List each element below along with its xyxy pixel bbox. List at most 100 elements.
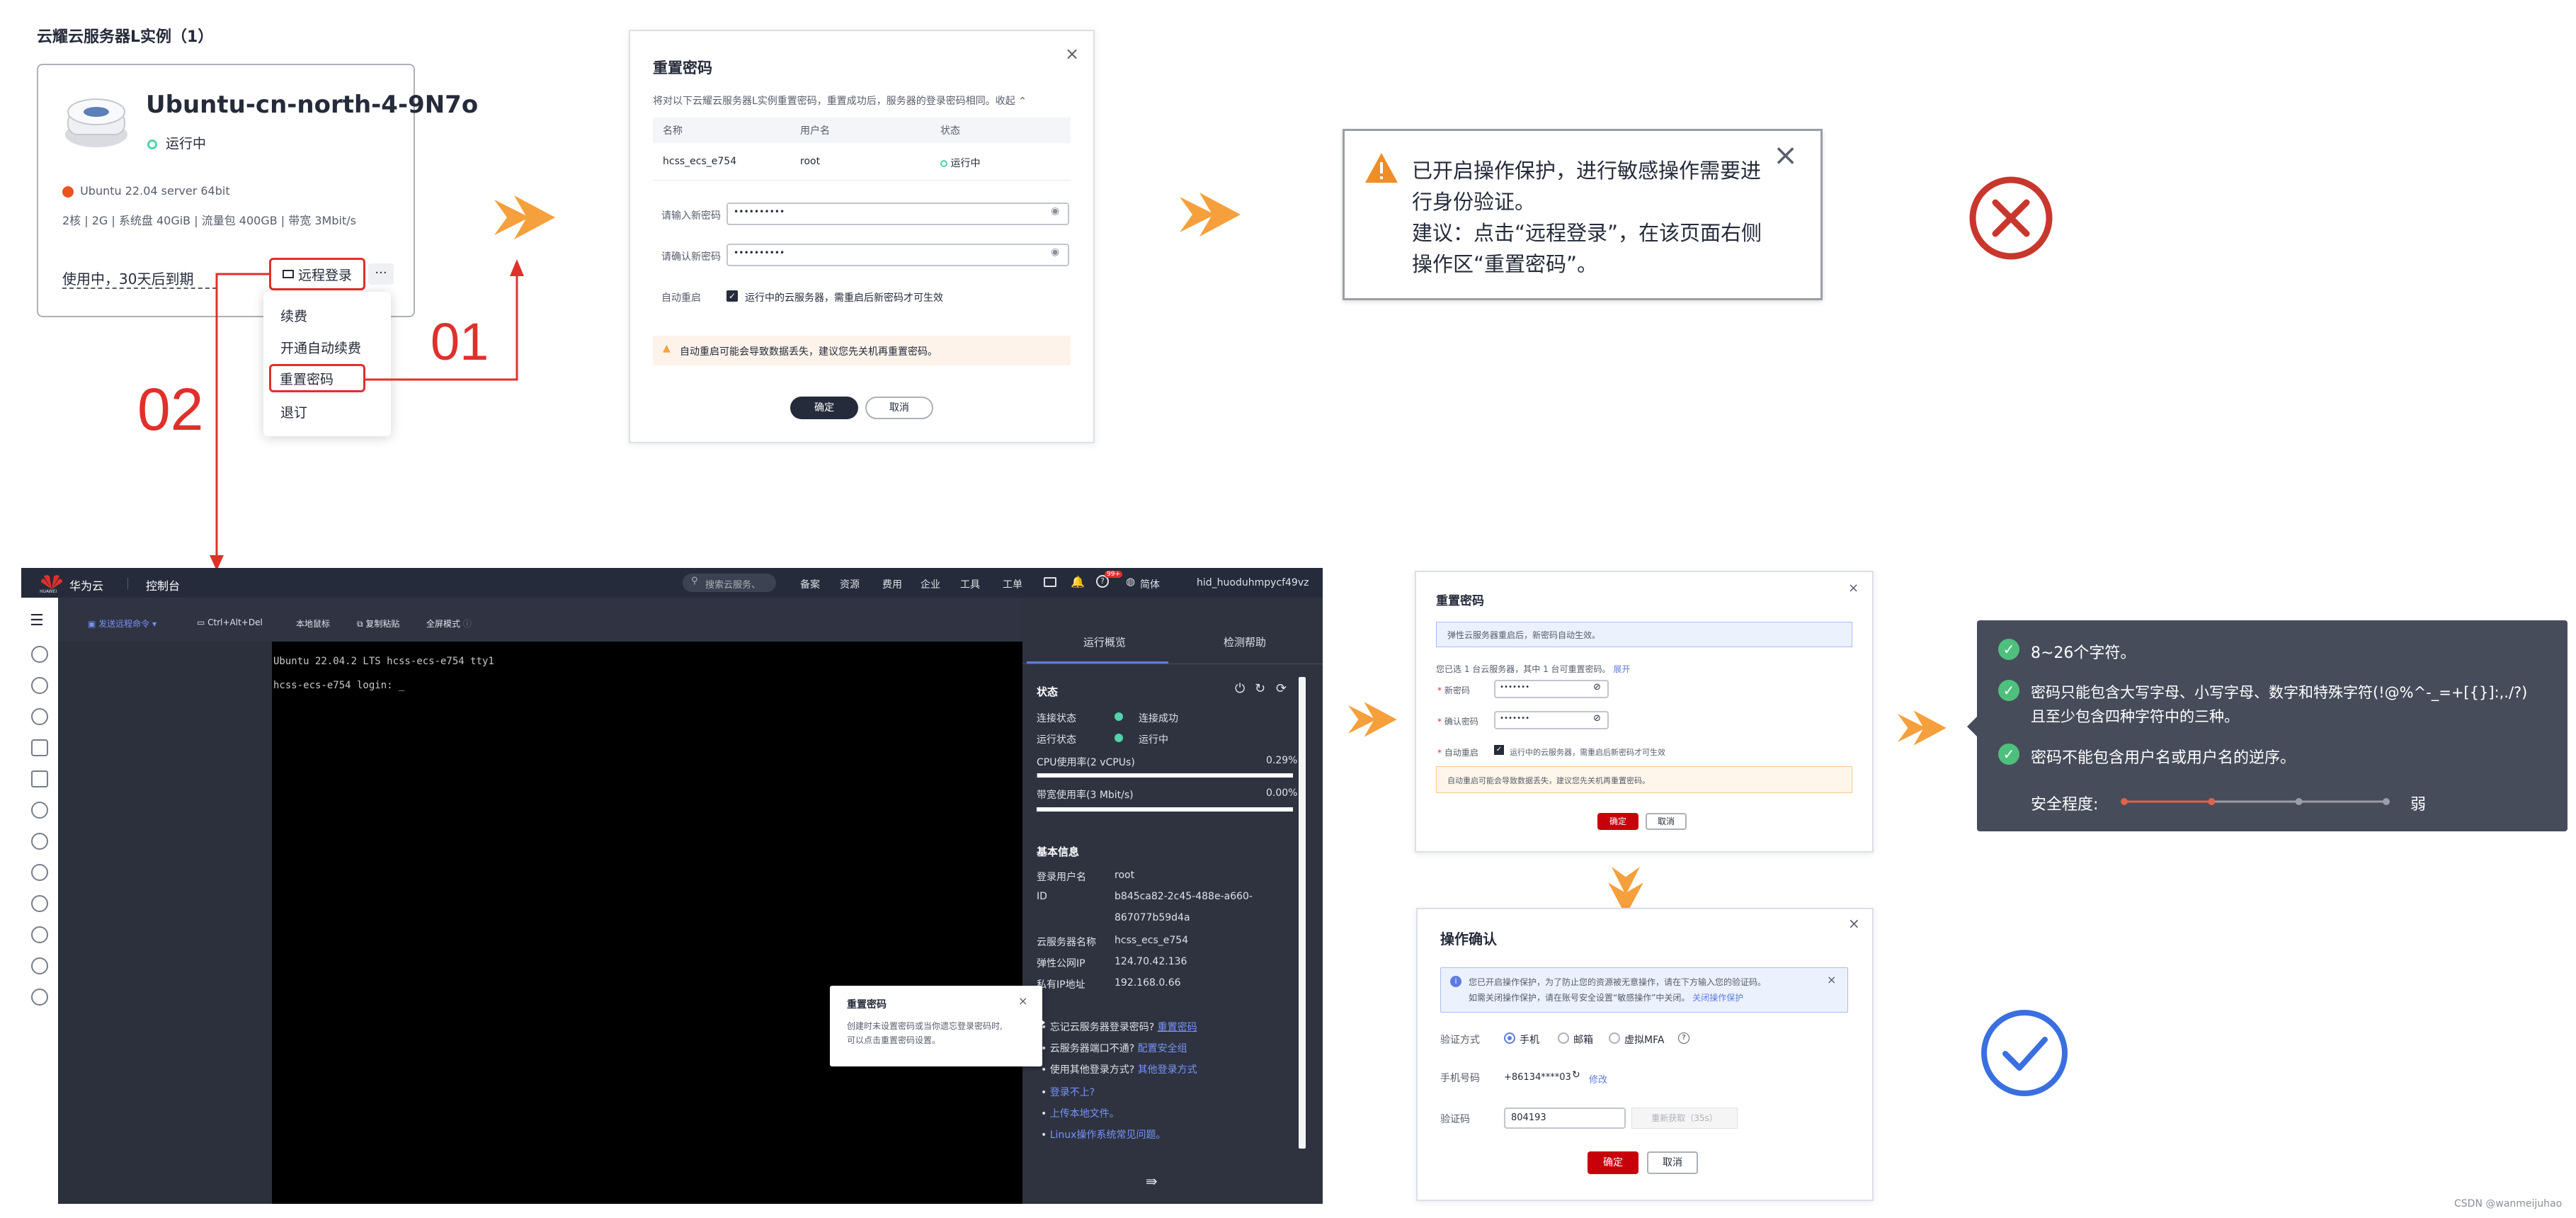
lock-icon[interactable]: [31, 957, 48, 974]
scrollbar[interactable]: [1299, 677, 1306, 1149]
help-icon[interactable]: ?: [1678, 1032, 1689, 1044]
tooltip-title: 重置密码: [847, 999, 887, 1011]
linux-faq-link[interactable]: Linux操作系统常见问题。: [1050, 1129, 1166, 1141]
tooltip-body-2: 可以点击重置密码设置。: [847, 1035, 941, 1045]
nav-item[interactable]: 资源: [840, 577, 860, 591]
hamburger-icon[interactable]: ☰: [30, 612, 44, 630]
database-icon[interactable]: [31, 739, 48, 756]
cloud-icon[interactable]: [31, 677, 48, 694]
fullscreen-button[interactable]: 全屏模式 ⓘ: [426, 617, 472, 630]
terminal-line-2[interactable]: hcss-ecs-e754 login: _: [273, 680, 404, 691]
watermark: CSDN @wanmeijuhao: [2454, 1198, 2563, 1210]
rule-2a: 密码只能包含大写字母、小写字母、数字和特殊字符(!@%^-_=+[{}]:,./…: [2031, 684, 2528, 701]
nav-item[interactable]: 企业: [921, 577, 940, 591]
cloud-icon[interactable]: [31, 708, 48, 725]
eye-off-icon[interactable]: ⊘: [1593, 682, 1601, 693]
console-link[interactable]: 控制台: [146, 576, 180, 593]
radio-mfa[interactable]: [1609, 1032, 1620, 1044]
cloud-icon[interactable]: [31, 646, 48, 663]
cloud-icon[interactable]: [31, 833, 48, 850]
eye-icon[interactable]: ◉: [1051, 205, 1059, 217]
copy-paste-button[interactable]: ⧉ 复制粘贴: [357, 617, 399, 630]
phone-value: +86134****03: [1504, 1072, 1571, 1083]
strength-dot: [2208, 798, 2216, 805]
method-label: 验证方式: [1440, 1035, 1480, 1046]
terminal-icon[interactable]: [1044, 577, 1056, 587]
ok-button[interactable]: 确定: [1597, 813, 1639, 830]
strength-label: 安全程度:: [2031, 796, 2099, 814]
close-icon[interactable]: ×: [1848, 581, 1859, 596]
shield-icon[interactable]: [31, 926, 48, 943]
auto-restart-checkbox[interactable]: ✓: [726, 290, 738, 302]
other-login-link[interactable]: 其他登录方式: [1138, 1064, 1197, 1076]
globe-icon[interactable]: [31, 989, 48, 1006]
radio-phone[interactable]: [1504, 1032, 1515, 1044]
ok-button[interactable]: 确定: [1588, 1151, 1639, 1174]
search-placeholder: 搜索云服务、: [705, 580, 761, 591]
nav-item[interactable]: 工单: [1003, 577, 1022, 591]
eye-icon[interactable]: ◉: [1051, 246, 1059, 258]
conn-label: 连接状态: [1037, 713, 1076, 724]
cloud-icon[interactable]: [31, 802, 48, 819]
upload-file-link[interactable]: 上传本地文件。: [1050, 1108, 1119, 1120]
flow-arrow-1: [494, 195, 555, 239]
security-group-link[interactable]: 配置安全组: [1138, 1043, 1187, 1054]
local-mouse-button[interactable]: 本地鼠标: [296, 617, 330, 630]
resend-button[interactable]: 重新获取（35s）: [1631, 1108, 1738, 1129]
col-user: 用户名: [800, 125, 830, 137]
close-icon[interactable]: ×: [1065, 44, 1079, 64]
info-key: ID: [1037, 891, 1047, 902]
user-name[interactable]: hid_huoduhmpycf49vz: [1197, 577, 1309, 588]
radio-email[interactable]: [1558, 1032, 1569, 1044]
reset-password-link[interactable]: 重置密码: [1158, 1022, 1197, 1033]
anchor-icon[interactable]: [31, 895, 48, 912]
nav-item[interactable]: 备案: [800, 577, 820, 591]
operation-confirm-dialog: [1416, 908, 1874, 1201]
ok-button[interactable]: 确定: [790, 397, 858, 419]
warning-triangle-icon: [1365, 153, 1398, 183]
tab-overview[interactable]: 运行概览: [1083, 634, 1126, 649]
nav-item[interactable]: 工具: [960, 577, 980, 591]
cancel-button[interactable]: 取消: [1646, 813, 1687, 830]
dialog-title: 重置密码: [1436, 594, 1484, 608]
cancel-button[interactable]: 取消: [1647, 1151, 1698, 1174]
dialog-title: 重置密码: [653, 59, 712, 76]
new-pwd-label: * 新密码: [1437, 685, 1470, 695]
globe-icon[interactable]: ◍: [1126, 575, 1135, 588]
bell-icon[interactable]: 🔔: [1071, 575, 1085, 588]
ctrl-alt-del-button[interactable]: ▭ Ctrl+Alt+Del: [197, 617, 263, 627]
bw-label: 带宽使用率(3 Mbit/s): [1037, 790, 1134, 801]
send-command-button[interactable]: ▣ 发送远程命令 ▾: [88, 617, 156, 630]
success-check-icon: [1981, 1010, 2068, 1096]
basic-info-title: 基本信息: [1037, 846, 1080, 858]
nav-item[interactable]: 费用: [882, 577, 902, 591]
cancel-button[interactable]: 取消: [865, 397, 933, 419]
refresh-icon[interactable]: ⟳: [1276, 681, 1287, 696]
radio-phone-label: 手机: [1520, 1035, 1539, 1046]
flow-arrow-2: [1180, 193, 1241, 237]
login-fail-link[interactable]: 登录不上?: [1050, 1087, 1095, 1098]
expand-link[interactable]: 展开: [1613, 664, 1630, 674]
modify-link[interactable]: 修改: [1589, 1072, 1607, 1086]
disable-protection-link[interactable]: 关闭操作保护: [1692, 993, 1743, 1003]
run-dot-icon: [1115, 734, 1123, 742]
auto-restart-checkbox[interactable]: ✓: [1494, 745, 1504, 755]
file-icon[interactable]: [31, 770, 48, 787]
info-close-icon[interactable]: ×: [1827, 973, 1836, 986]
tab-help[interactable]: 检测帮助: [1224, 634, 1266, 649]
close-icon[interactable]: ×: [1848, 915, 1860, 932]
error-x-icon: [1969, 176, 2053, 260]
collapse-panel-icon[interactable]: ⇛: [1146, 1173, 1158, 1190]
notification-badge: 99+: [1105, 571, 1122, 578]
huawei-logo[interactable]: [40, 572, 64, 591]
strength-dot: [2383, 798, 2390, 805]
power-icon[interactable]: ⏻: [1235, 681, 1245, 696]
chevron-up-icon[interactable]: ⌃: [1018, 96, 1027, 107]
notice-close-icon[interactable]: ×: [1773, 140, 1798, 170]
eye-off-icon[interactable]: ⊘: [1593, 713, 1601, 724]
restart-icon[interactable]: ↻: [1255, 681, 1265, 696]
cloud-icon[interactable]: [31, 864, 48, 881]
lang-switch[interactable]: 简体: [1140, 577, 1160, 591]
tooltip-close-icon[interactable]: ×: [1018, 994, 1027, 1008]
refresh-icon[interactable]: ↻: [1572, 1069, 1580, 1081]
